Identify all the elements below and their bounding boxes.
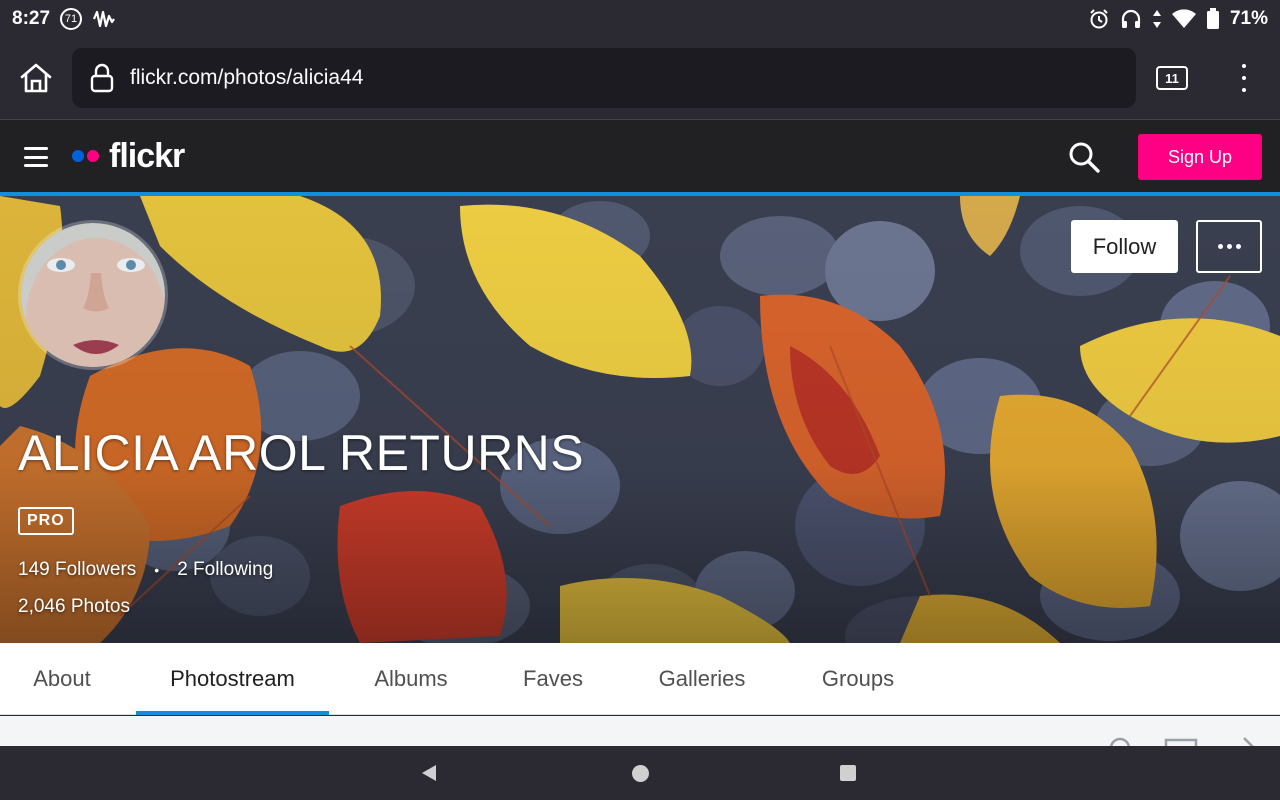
- profile-name: ALICIA AROL RETURNS: [18, 425, 585, 481]
- tab-faves[interactable]: Faves: [500, 643, 606, 715]
- logo-pink-dot: [87, 150, 99, 162]
- browser-toolbar: flickr.com/photos/alicia44 11: [0, 38, 1280, 118]
- url-text: flickr.com/photos/alicia44: [130, 66, 364, 89]
- wifi-icon: [1171, 9, 1196, 28]
- logo-wordmark: flickr: [109, 136, 185, 175]
- notification-count-icon: 71: [60, 8, 83, 30]
- tab-groups[interactable]: Groups: [800, 643, 916, 715]
- pro-badge: PRO: [18, 507, 74, 535]
- screen: 8:27 71 71% flickr.com/photos/alicia44 1…: [0, 0, 1280, 800]
- following-link[interactable]: 2 Following: [177, 559, 273, 581]
- battery-percent: 71%: [1229, 8, 1268, 29]
- alarm-icon: [1090, 9, 1108, 29]
- back-icon[interactable]: [420, 764, 438, 782]
- search-icon[interactable]: [1066, 139, 1102, 175]
- tab-galleries[interactable]: Galleries: [640, 643, 764, 715]
- stats-separator: •: [154, 562, 160, 578]
- followers-link[interactable]: 149 Followers: [18, 559, 136, 581]
- audio-wave-icon: [93, 10, 115, 28]
- logo-blue-dot: [72, 150, 84, 162]
- sign-up-button[interactable]: Sign Up: [1138, 134, 1262, 180]
- browser-home-button[interactable]: [0, 38, 72, 118]
- site-header: flickr Sign Up: [0, 119, 1280, 192]
- lock-icon: [90, 63, 114, 93]
- follow-stats: 149 Followers • 2 Following: [18, 559, 273, 581]
- clock: 8:27: [12, 8, 51, 29]
- profile-tabs: About Photostream Albums Faves Galleries…: [0, 643, 1280, 715]
- tab-albums[interactable]: Albums: [356, 643, 466, 715]
- flickr-logo[interactable]: flickr: [72, 134, 185, 178]
- url-bar[interactable]: flickr.com/photos/alicia44: [72, 48, 1136, 108]
- photo-count: 2,046 Photos: [18, 596, 130, 617]
- status-icons: 71%: [1088, 8, 1268, 30]
- toolbar-icons-partial: [1109, 737, 1254, 746]
- overflow-menu-icon[interactable]: [1232, 60, 1256, 96]
- headphones-icon: [1121, 9, 1141, 28]
- more-options-icon[interactable]: [1196, 220, 1262, 273]
- data-arrows-icon: [1152, 10, 1161, 28]
- system-nav-bar: [0, 746, 1280, 800]
- tab-about[interactable]: About: [0, 643, 124, 715]
- recents-icon[interactable]: [840, 765, 856, 781]
- profile-cover: Follow ALICIA AROL RETURNS PRO 149 Follo…: [0, 196, 1280, 643]
- home-icon: [20, 63, 52, 93]
- follow-button[interactable]: Follow: [1071, 220, 1178, 273]
- avatar[interactable]: [18, 220, 168, 370]
- tab-photostream[interactable]: Photostream: [136, 643, 329, 715]
- photostream-content: [0, 716, 1280, 746]
- hamburger-menu-icon[interactable]: [24, 147, 48, 167]
- battery-icon: [1206, 8, 1219, 29]
- tabs-icon[interactable]: 11: [1156, 66, 1188, 90]
- status-bar: 8:27 71 71%: [0, 0, 1280, 38]
- nav-home-icon[interactable]: [632, 765, 649, 782]
